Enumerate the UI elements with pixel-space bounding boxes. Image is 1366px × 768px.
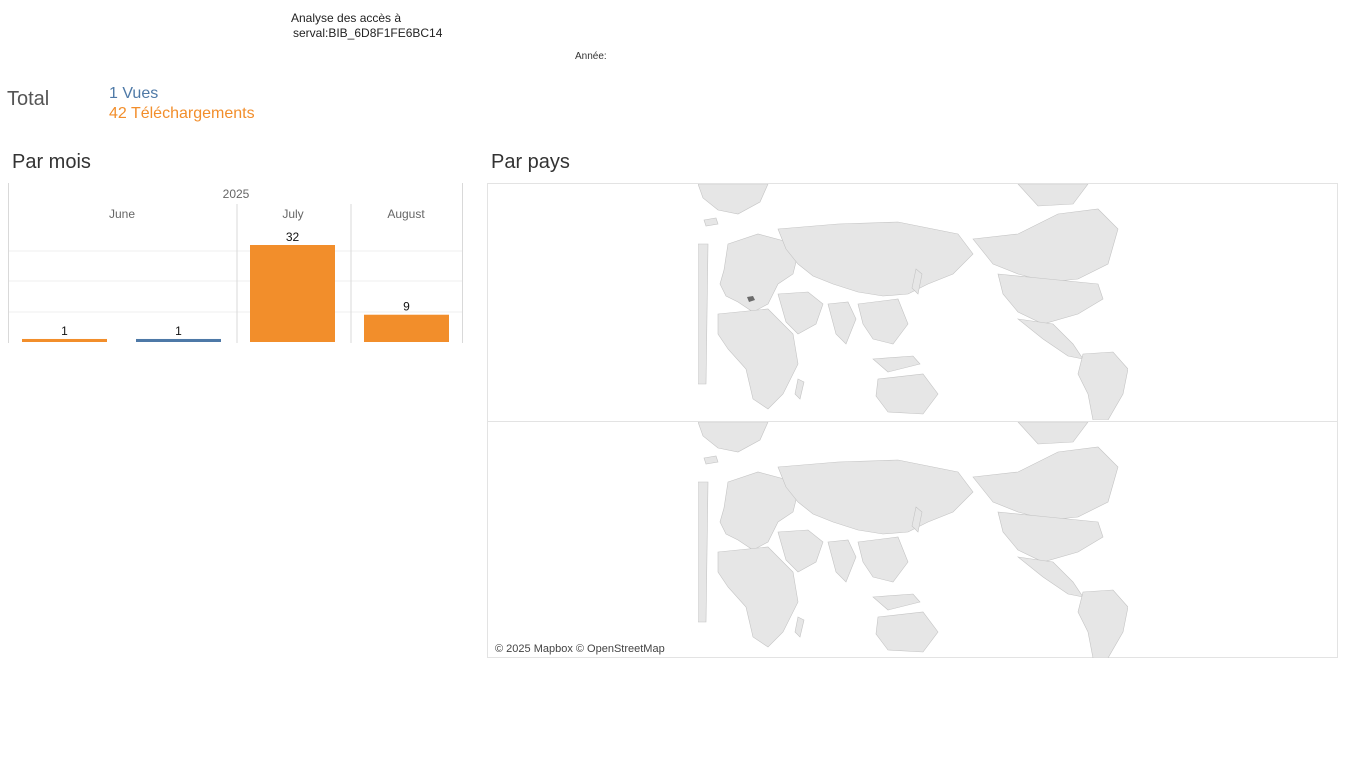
map-attribution[interactable]: © 2025 Mapbox © OpenStreetMap — [495, 643, 665, 655]
landmass-west-edge[interactable] — [698, 481, 709, 623]
landmass-usa[interactable] — [997, 511, 1104, 563]
landmass-india[interactable] — [827, 539, 857, 583]
landmass-madagascar[interactable] — [794, 616, 805, 638]
total-downloads: 42 Téléchargements — [109, 105, 255, 122]
landmass-north-greenland[interactable] — [1017, 184, 1089, 207]
landmass-russia-asia[interactable] — [777, 221, 974, 297]
landmass-south-america[interactable] — [1077, 351, 1128, 420]
landmass-north-greenland[interactable] — [1017, 422, 1089, 445]
landmass-africa[interactable] — [717, 308, 799, 410]
by-month-title: Par mois — [12, 151, 91, 173]
total-views: 1 Vues — [109, 85, 159, 102]
bar-value-label: 1 — [61, 324, 68, 338]
month-label: August — [387, 207, 425, 221]
landmass-greenland[interactable] — [698, 422, 769, 453]
landmass-australia[interactable] — [875, 611, 939, 653]
landmass-southeast-asia[interactable] — [857, 298, 909, 345]
bar-value-label: 1 — [175, 324, 182, 338]
landmass-mexico-central[interactable] — [1016, 318, 1084, 360]
landmass-africa[interactable] — [717, 546, 799, 648]
month-label: June — [109, 207, 135, 221]
by-country-title: Par pays — [491, 151, 570, 173]
bar-august-downloads[interactable] — [364, 314, 449, 342]
bar-value-label: 32 — [286, 230, 300, 244]
page-title-line1: Analyse des accès à — [291, 11, 402, 25]
landmass-indonesia[interactable] — [872, 593, 921, 611]
landmass-madagascar[interactable] — [794, 378, 805, 400]
monthly-bar-chart[interactable]: June July August 2025 1 1 32 9 — [8, 183, 464, 343]
landmass-australia[interactable] — [875, 373, 939, 415]
map-views-panel[interactable] — [488, 184, 1337, 420]
bar-july-downloads[interactable] — [250, 245, 335, 342]
total-label: Total — [7, 88, 50, 110]
country-map[interactable]: © 2025 Mapbox © OpenStreetMap — [487, 183, 1338, 658]
world-landmass — [698, 422, 1128, 658]
landmass-south-america[interactable] — [1077, 589, 1128, 658]
landmass-usa[interactable] — [997, 273, 1104, 325]
landmass-southeast-asia[interactable] — [857, 536, 909, 583]
landmass-west-edge[interactable] — [698, 243, 709, 385]
landmass-mexico-central[interactable] — [1016, 556, 1084, 598]
landmass-greenland[interactable] — [698, 184, 769, 215]
landmass-india[interactable] — [827, 301, 857, 345]
bar-value-label: 9 — [403, 300, 410, 314]
landmass-indonesia[interactable] — [872, 355, 921, 373]
bar-june-views[interactable] — [136, 338, 221, 342]
world-map-views — [698, 184, 1128, 420]
page-title-identifier: serval:BIB_6D8F1FE6BC14 — [293, 26, 443, 40]
landmass-iceland[interactable] — [703, 455, 719, 465]
landmass-iceland[interactable] — [703, 217, 719, 227]
year-filter-label[interactable]: Année: — [575, 51, 607, 62]
world-map-downloads — [698, 422, 1128, 658]
month-label: July — [282, 207, 303, 221]
year-label: 2025 — [223, 187, 250, 201]
landmass-alaska-canada[interactable] — [972, 446, 1119, 521]
bar-june-downloads[interactable] — [22, 338, 107, 342]
landmass-russia-asia[interactable] — [777, 459, 974, 535]
world-landmass — [698, 184, 1128, 420]
monthly-bar-chart-svg: June July August 2025 1 1 32 9 — [8, 183, 463, 343]
map-downloads-panel[interactable]: © 2025 Mapbox © OpenStreetMap — [488, 421, 1337, 658]
landmass-alaska-canada[interactable] — [972, 208, 1119, 283]
